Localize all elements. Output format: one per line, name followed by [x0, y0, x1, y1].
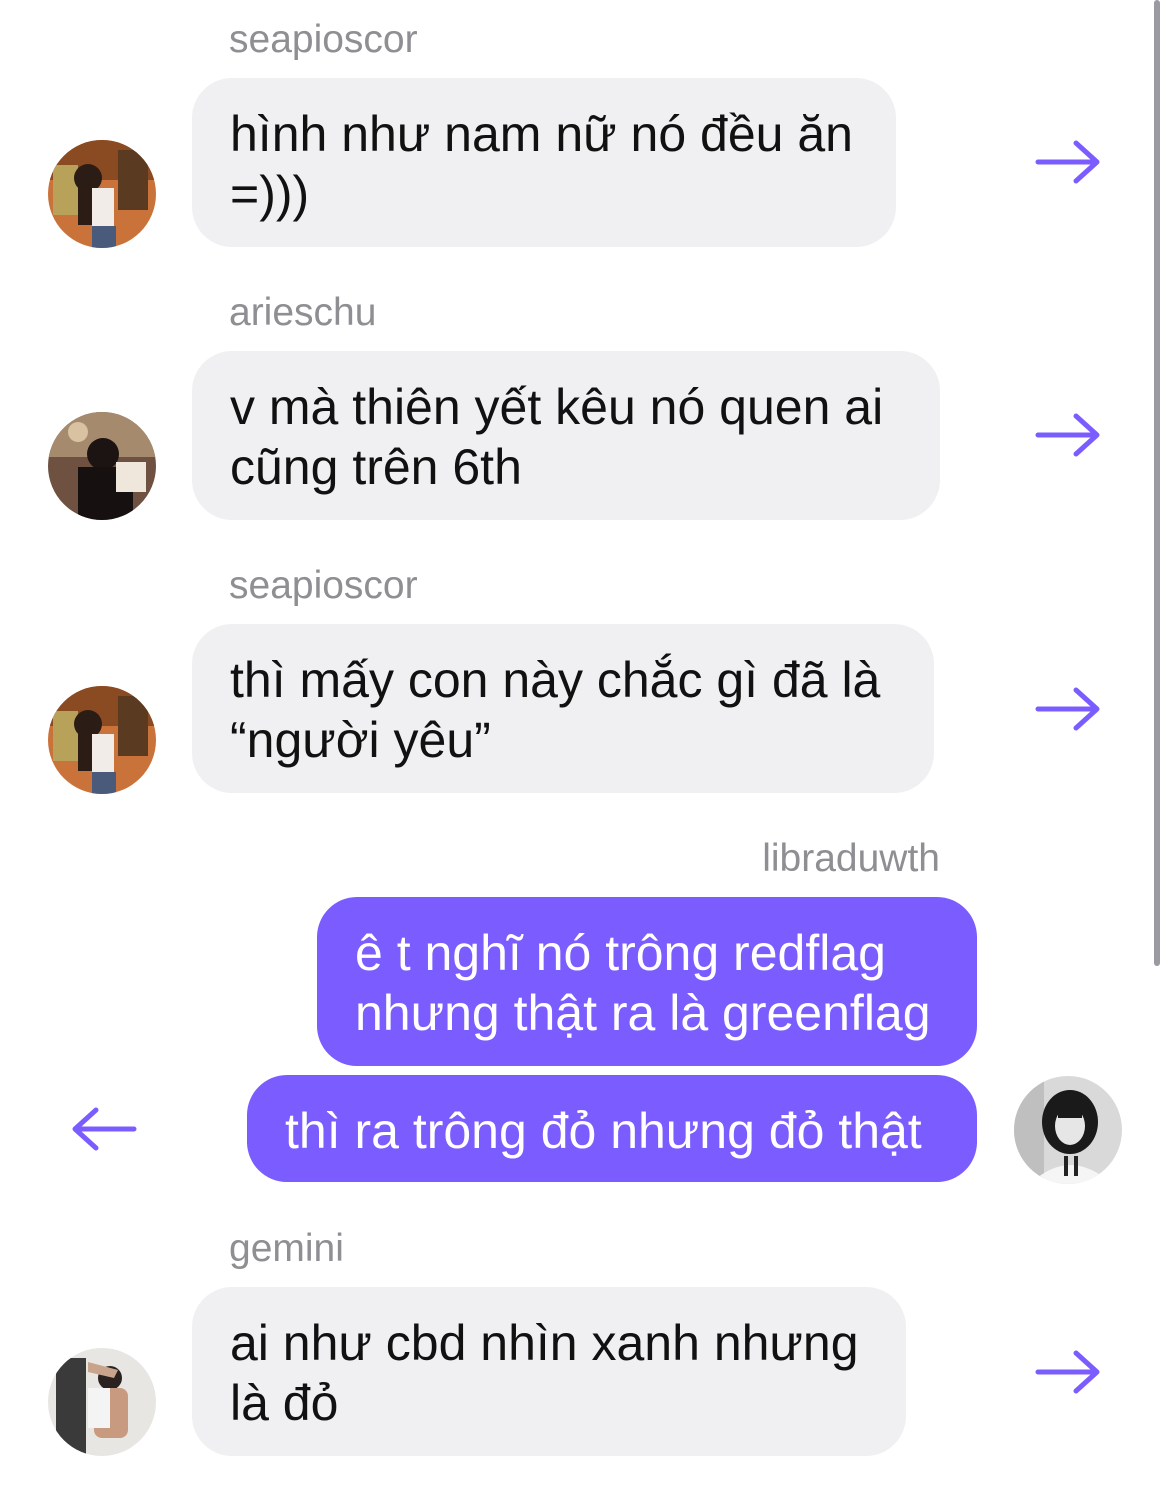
message-text-line: thì ra trông đỏ nhưng đỏ thật: [285, 1103, 922, 1159]
forward-arrow-icon[interactable]: [1034, 1347, 1104, 1397]
message-text-line: thì mấy con này chắc gì đã là: [230, 652, 881, 708]
sender-avatar[interactable]: [48, 140, 156, 248]
message-text-line: ê t nghĩ nó trông redflag: [355, 925, 886, 981]
message-text-line: cũng trên 6th: [230, 439, 522, 495]
sender-name: arieschu: [229, 291, 377, 334]
message-bubble[interactable]: thì mấy con này chắc gì đã là “người yêu…: [192, 624, 934, 793]
sender-avatar[interactable]: [48, 412, 156, 520]
message-text-line: “người yêu”: [230, 712, 491, 768]
message-bubble[interactable]: thì ra trông đỏ nhưng đỏ thật: [247, 1075, 977, 1182]
message-text-line: hình như nam nữ nó đều ăn: [230, 106, 853, 162]
message-bubble[interactable]: ai như cbd nhìn xanh nhưng là đỏ: [192, 1287, 906, 1456]
sender-avatar[interactable]: [48, 1348, 156, 1456]
message-text-line: nhưng thật ra là greenflag: [355, 985, 931, 1041]
own-avatar[interactable]: [1014, 1076, 1122, 1184]
message-bubble[interactable]: ê t nghĩ nó trông redflag nhưng thật ra …: [317, 897, 977, 1066]
message-text-line: =))): [230, 166, 310, 222]
sender-name: libraduwth: [762, 837, 940, 880]
reply-arrow-icon[interactable]: [68, 1104, 138, 1154]
message-bubble[interactable]: v mà thiên yết kêu nó quen ai cũng trên …: [192, 351, 940, 520]
message-text-line: ai như cbd nhìn xanh nhưng: [230, 1315, 859, 1371]
forward-arrow-icon[interactable]: [1034, 137, 1104, 187]
message-text-line: là đỏ: [230, 1375, 339, 1431]
sender-name: seapioscor: [229, 564, 418, 607]
sender-name: seapioscor: [229, 18, 418, 61]
scrollbar[interactable]: [1154, 0, 1160, 966]
forward-arrow-icon[interactable]: [1034, 684, 1104, 734]
message-text-line: v mà thiên yết kêu nó quen ai: [230, 379, 884, 435]
sender-name: gemini: [229, 1227, 344, 1270]
message-bubble[interactable]: hình như nam nữ nó đều ăn =))): [192, 78, 896, 247]
forward-arrow-icon[interactable]: [1034, 410, 1104, 460]
sender-avatar[interactable]: [48, 686, 156, 794]
